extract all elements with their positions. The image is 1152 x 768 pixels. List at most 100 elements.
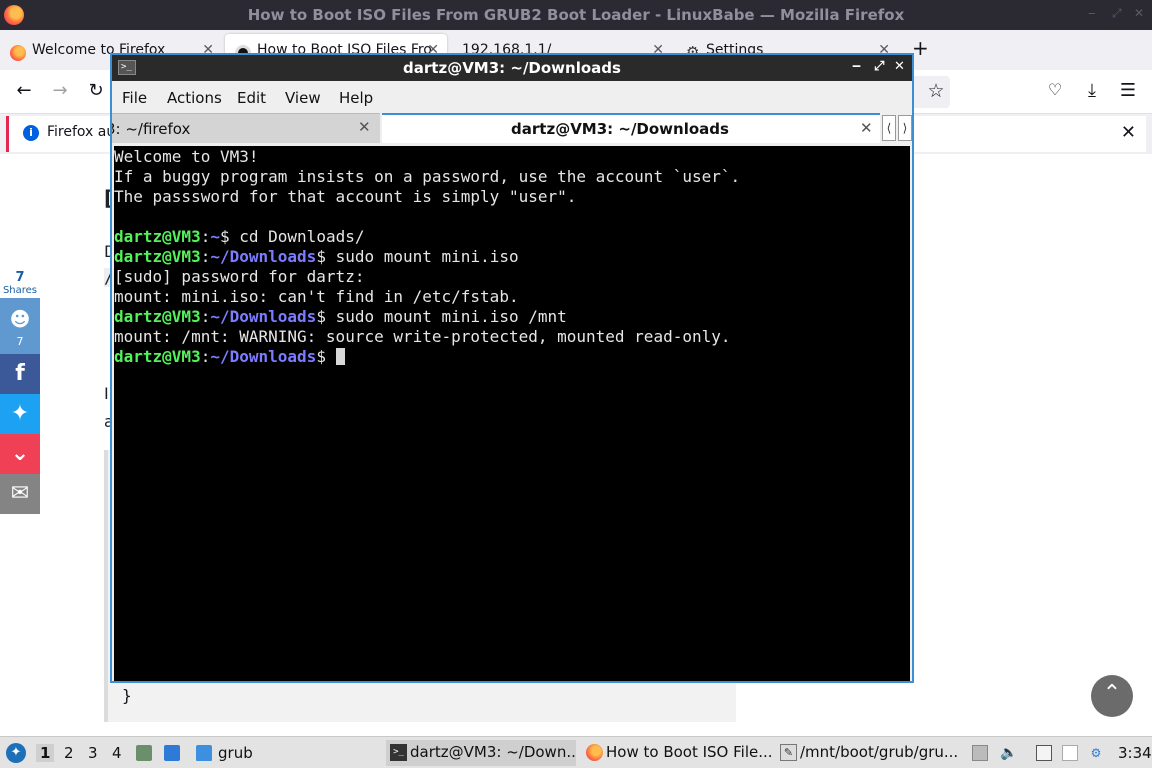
terminal-icon: >_ [390,744,407,761]
task-label: /mnt/boot/grub/gru... [800,743,959,761]
bookmark-star-icon[interactable]: ☆ [924,80,948,102]
article-text: I [104,384,109,403]
envelope-icon: ✉ [10,481,30,506]
terminal-line: The passsword for that account is simply… [114,187,577,206]
menu-actions[interactable]: Actions [167,89,222,107]
desktop-icon[interactable] [164,745,180,761]
terminal-tab-label: 3: ~/firefox [112,120,191,138]
terminal-line: mount: /mnt: WARNING: source write-prote… [114,327,731,346]
notification-text: Firefox au [47,124,116,140]
share-count: 7 [15,270,25,285]
maximize-icon[interactable]: ⤢ [1112,6,1122,21]
reload-icon[interactable]: ↻ [84,80,108,101]
clock[interactable]: 3:34 [1118,744,1152,762]
start-menu-icon[interactable]: ✦ [6,743,26,763]
clipboard-icon[interactable] [972,745,988,761]
prompt-user: dartz@VM3 [114,227,201,246]
pocket-icon: ⌄ [10,441,30,466]
menu-edit[interactable]: Edit [237,89,266,107]
workspace-4[interactable]: 4 [112,744,122,762]
prompt-path: ~/Downloads [210,247,317,266]
downloads-icon[interactable]: ⤓ [1080,80,1104,101]
terminal-output[interactable]: Welcome to VM3! If a buggy program insist… [114,146,910,681]
close-icon[interactable]: ✕ [894,59,905,74]
prompt-command: $ sudo mount mini.iso /mnt [316,307,567,326]
network-icon[interactable] [1036,745,1052,761]
menu-file[interactable]: File [122,89,147,107]
code-brace: } [122,686,132,705]
maximize-icon[interactable]: ⤢ [874,59,884,74]
prompt-path: ~/Downloads [210,307,317,326]
terminal-prompt-line: dartz@VM3:~$ cd Downloads/ [114,227,365,246]
task-firefox[interactable]: How to Boot ISO File... [582,740,772,766]
prompt-user: dartz@VM3 [114,347,201,366]
new-tab-icon[interactable]: + [912,36,929,60]
terminal-tab-firefox[interactable]: 3: ~/firefox ✕ [112,113,380,143]
task-terminal[interactable]: >_ dartz@VM3: ~/Down... [386,740,576,766]
terminal-line: [sudo] password for dartz: [114,267,365,286]
back-arrow-icon[interactable]: ← [12,80,36,101]
terminal-tab-label: dartz@VM3: ~/Downloads [511,120,729,138]
twitter-icon: ✦ [10,401,30,426]
terminal-prompt-line: dartz@VM3:~/Downloads$ [114,347,910,367]
tab-scroll-left-icon[interactable]: ⟨ [882,115,896,141]
prompt-user: dartz@VM3 [114,247,201,266]
prompt-command: $ cd Downloads/ [219,227,365,246]
prompt-path: ~/Downloads [210,347,317,366]
terminal-cursor [335,348,345,365]
terminal-prompt-line: dartz@VM3:~/Downloads$ sudo mount mini.i… [114,247,519,266]
terminal-line: Welcome to VM3! [114,147,259,166]
pocket-share-button[interactable]: ⌄ [0,434,40,474]
pocket-icon[interactable]: ♡ [1043,80,1067,99]
firefox-window-title: How to Boot ISO Files From GRUB2 Boot Lo… [247,6,905,24]
notification-close-icon[interactable]: ✕ [1121,122,1136,143]
close-icon[interactable]: ✕ [1134,6,1144,20]
forward-arrow-icon[interactable]: → [48,80,72,101]
task-text-editor[interactable]: ✎ /mnt/boot/grub/gru... [776,740,962,766]
scroll-to-top-button[interactable]: ⌃ [1091,675,1133,717]
twitter-share-button[interactable]: ✦ [0,394,40,434]
reddit-share-button[interactable]: ☻ 7 [0,298,40,354]
prompt-command: $ [316,347,336,366]
prompt-command: $ sudo mount mini.iso [316,247,519,266]
reddit-icon: ☻ [9,307,31,331]
folder-launcher-grub[interactable]: grub [218,744,253,762]
task-label: dartz@VM3: ~/Down... [410,743,576,761]
terminal-tab-downloads[interactable]: dartz@VM3: ~/Downloads ✕ [382,113,880,143]
workspace-2[interactable]: 2 [64,744,74,762]
firefox-titlebar: How to Boot ISO Files From GRUB2 Boot Lo… [0,0,1152,30]
workspace-1[interactable]: 1 [36,744,55,762]
workspace-3[interactable]: 3 [88,744,98,762]
terminal-titlebar: >_ dartz@VM3: ~/Downloads ‒ ⤢ ✕ [112,55,912,81]
firefox-icon [10,45,26,61]
terminal-tab-bar: 3: ~/firefox ✕ dartz@VM3: ~/Downloads ✕ … [112,113,912,146]
prompt-user: dartz@VM3 [114,307,201,326]
minimize-icon[interactable]: ‒ [1088,6,1096,20]
task-label: How to Boot ISO File... [606,743,772,761]
taskbar: ✦ 1 2 3 4 grub >_ dartz@VM3: ~/Down... H… [0,736,1152,768]
tab-scroll-right-icon[interactable]: ⟩ [898,115,912,141]
close-tab-icon[interactable]: ✕ [358,118,371,136]
terminal-window: >_ dartz@VM3: ~/Downloads ‒ ⤢ ✕ File Act… [110,53,914,683]
facebook-share-button[interactable]: f [0,354,40,394]
close-tab-icon[interactable]: ✕ [860,119,873,137]
terminal-window-title: dartz@VM3: ~/Downloads [403,59,621,77]
terminal-prompt-line: dartz@VM3:~/Downloads$ sudo mount mini.i… [114,307,567,326]
notes-icon[interactable] [1062,745,1078,761]
menu-view[interactable]: View [285,89,321,107]
text-editor-icon: ✎ [780,744,797,761]
prompt-path: ~ [210,227,220,246]
file-manager-launcher-icon[interactable] [136,745,152,761]
menu-help[interactable]: Help [339,89,373,107]
minimize-icon[interactable]: ‒ [852,59,861,74]
terminal-line: mount: mini.iso: can't find in /etc/fsta… [114,287,519,306]
share-sidebar: 7 Shares ☻ 7 f ✦ ⌄ ✉ [0,270,40,514]
updates-icon[interactable]: ⚙ [1088,745,1104,761]
folder-icon [196,745,212,761]
reddit-count: 7 [16,335,24,348]
menu-icon[interactable]: ☰ [1116,80,1140,101]
email-share-button[interactable]: ✉ [0,474,40,514]
terminal-line: If a buggy program insists on a password… [114,167,741,186]
volume-icon[interactable]: 🔈 [1000,745,1017,761]
